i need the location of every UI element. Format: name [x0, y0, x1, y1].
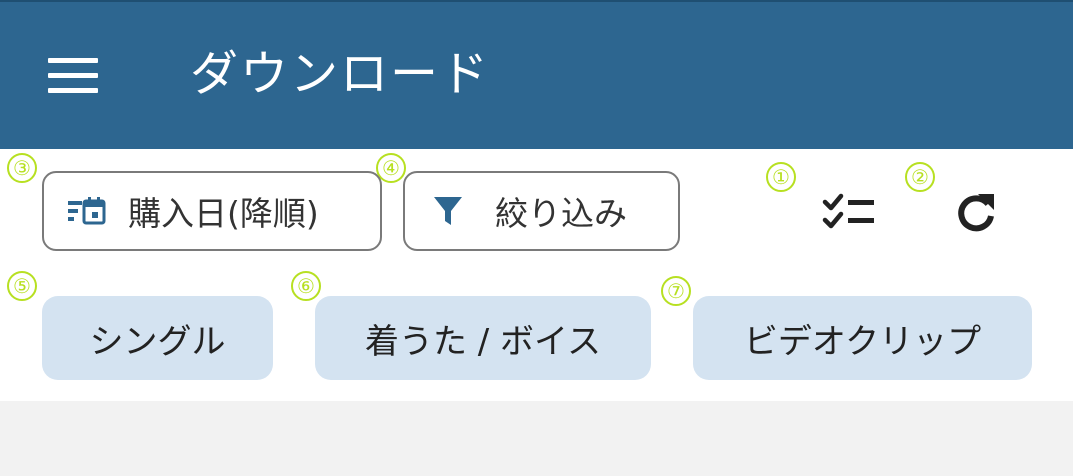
- page-title: ダウンロード: [190, 46, 491, 102]
- annotation-marker-5: ⑤: [7, 271, 37, 301]
- menu-icon[interactable]: [48, 58, 98, 94]
- checklist-icon[interactable]: [815, 177, 885, 247]
- filter-button-label: 絞り込み: [495, 194, 627, 233]
- sort-button-label: 購入日(降順): [128, 194, 319, 233]
- app-bar: ダウンロード: [0, 0, 1073, 149]
- calendar-sort-icon: [68, 195, 108, 227]
- annotation-marker-3: ③: [7, 153, 37, 183]
- sort-button[interactable]: 購入日(降順): [42, 171, 382, 251]
- category-chip-label: ビデオクリップ: [743, 321, 982, 362]
- annotation-marker-6: ⑥: [291, 271, 321, 301]
- annotation-marker-2: ②: [905, 162, 935, 192]
- category-chip-videoclip[interactable]: ビデオクリップ: [693, 296, 1032, 380]
- annotation-marker-1: ①: [766, 162, 796, 192]
- category-chip-label: 着うた / ボイス: [364, 321, 602, 362]
- filter-button[interactable]: 絞り込み: [403, 171, 680, 251]
- annotation-marker-7: ⑦: [661, 276, 691, 306]
- refresh-icon[interactable]: [941, 177, 1011, 247]
- category-chip-label: シングル: [89, 321, 226, 362]
- filter-icon: [433, 195, 463, 227]
- category-chip-single[interactable]: シングル: [42, 296, 273, 380]
- toolbar-area: ③ ④ ① ② ⑤ ⑥ ⑦ 購入日(降順) 絞り込み シングル 着うた / ボイ…: [0, 149, 1073, 401]
- category-chip-voice[interactable]: 着うた / ボイス: [315, 296, 651, 380]
